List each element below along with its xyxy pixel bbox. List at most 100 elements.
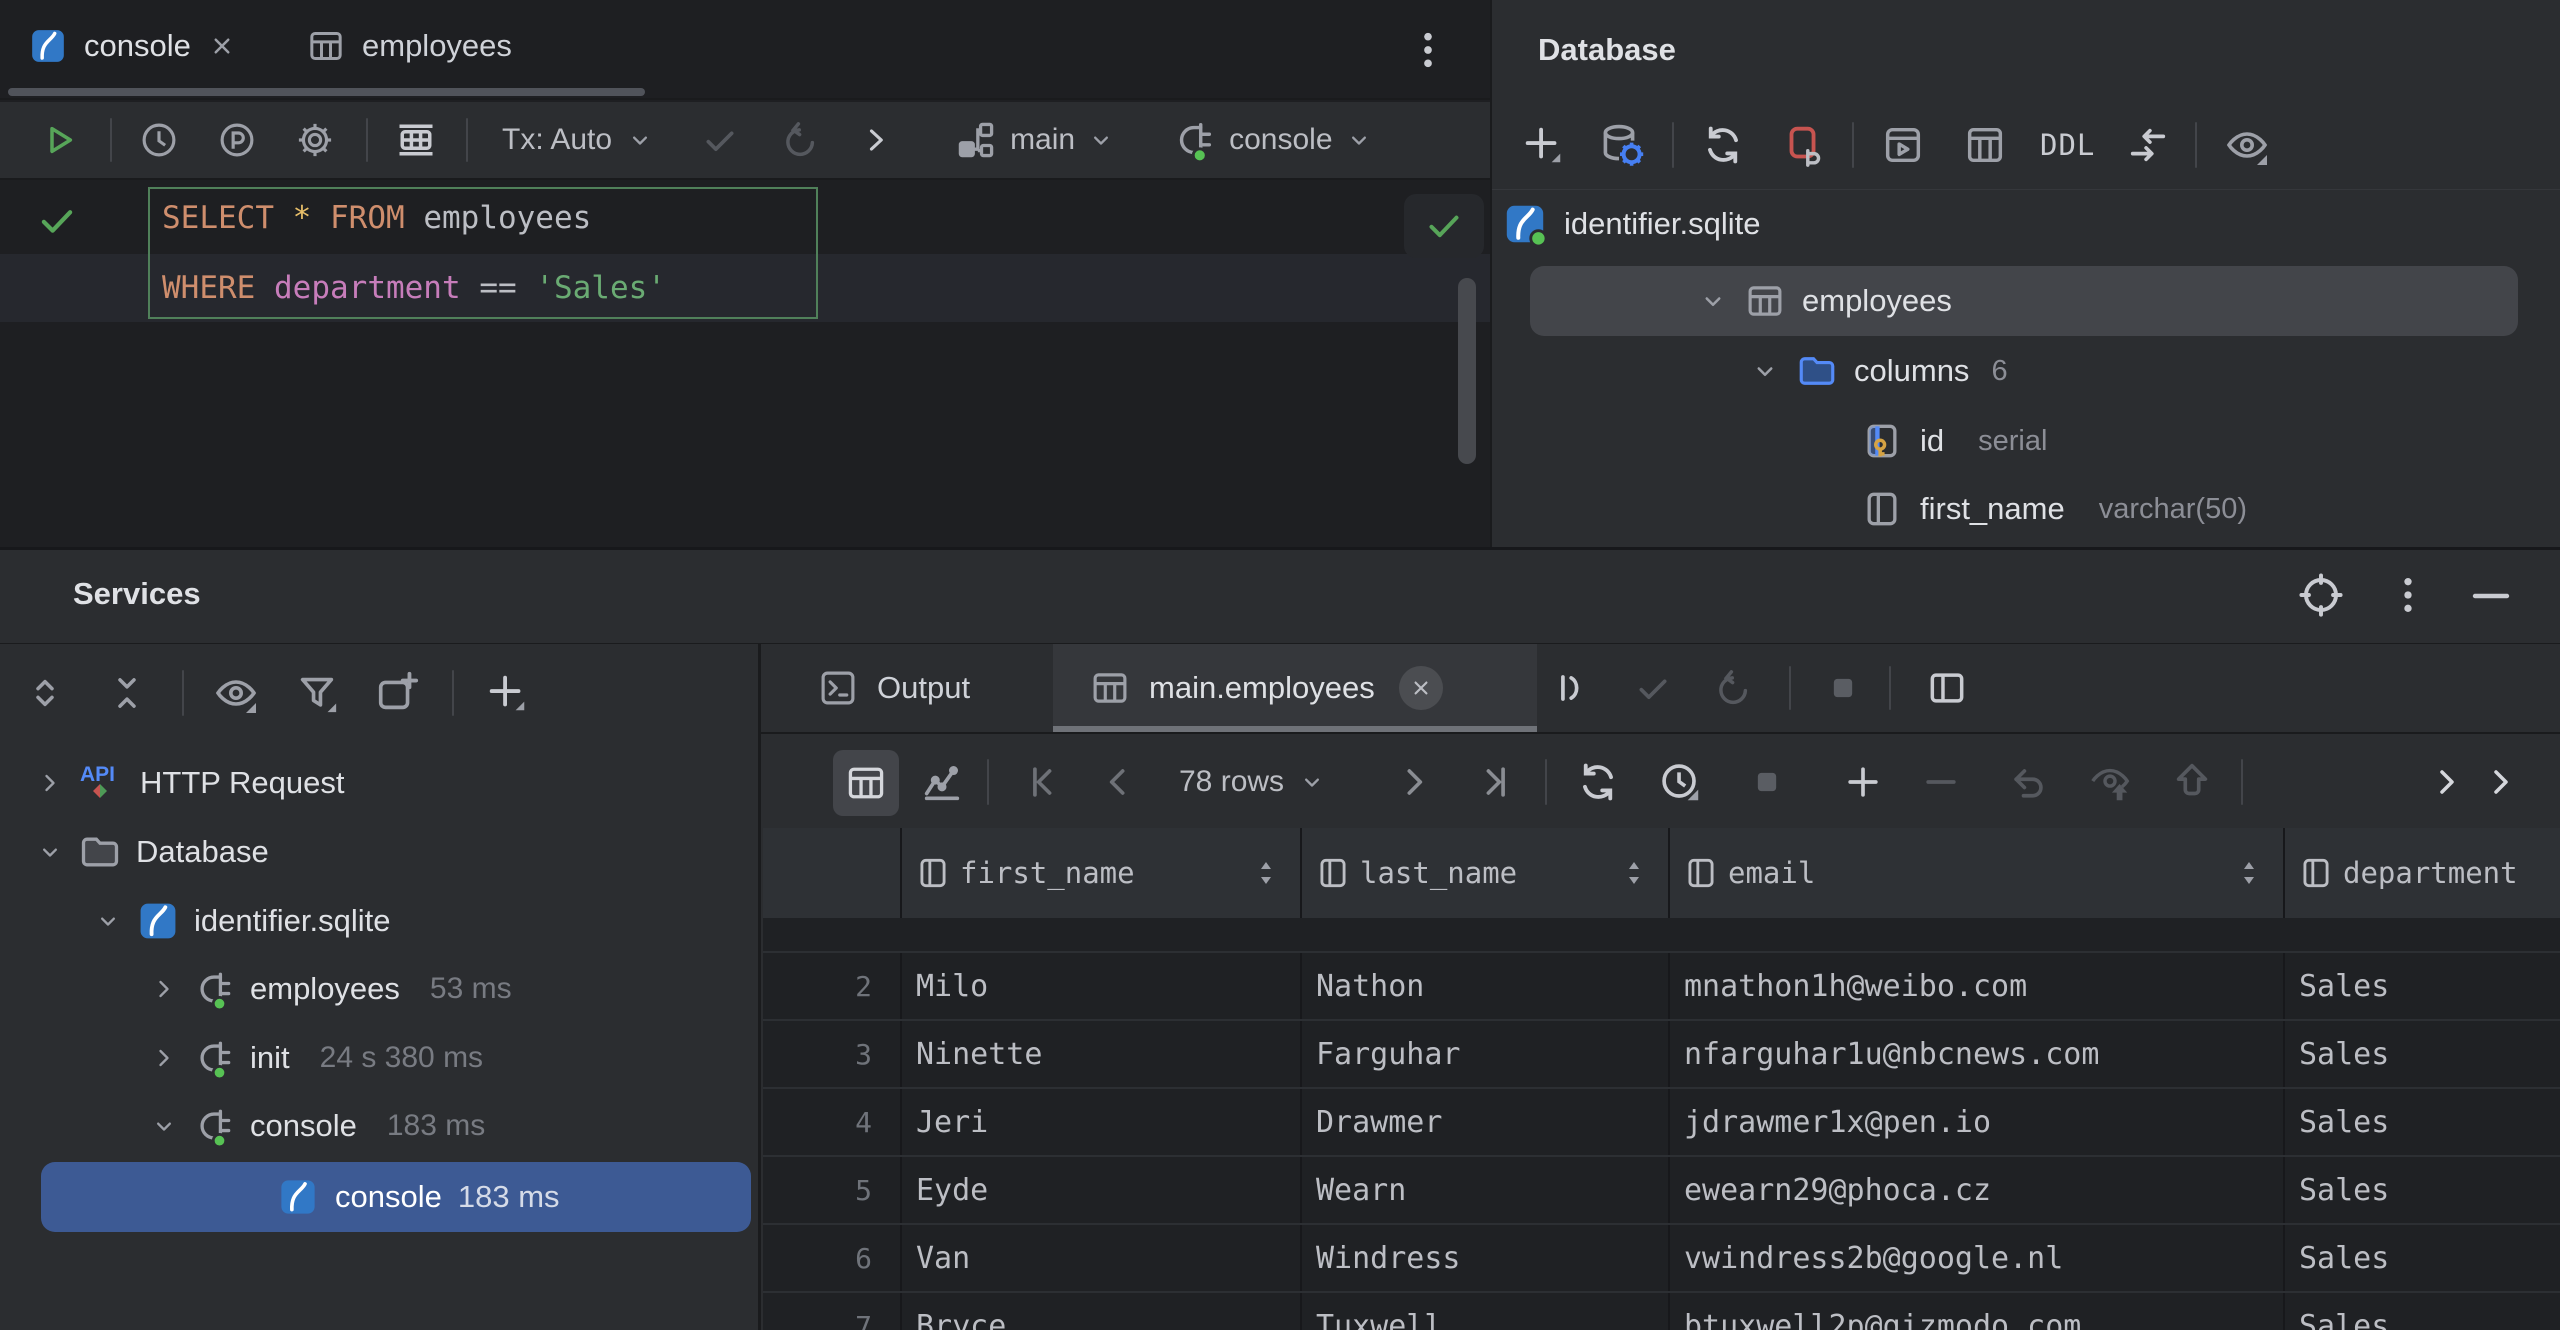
table-row[interactable]: 5 Eyde Wearn ewearn29@phoca.cz Sales xyxy=(763,1155,2560,1223)
prev-page-icon[interactable] xyxy=(1097,760,1141,804)
commit-check-icon[interactable] xyxy=(1633,668,1673,708)
cell-department[interactable]: Sales xyxy=(2283,1157,2560,1223)
preview-changes-icon[interactable] xyxy=(2087,760,2133,806)
services-tree-http-request[interactable]: API HTTP Request xyxy=(36,749,344,817)
column-header-department[interactable]: department xyxy=(2283,828,2560,918)
services-tree-session-console[interactable]: console 183 ms xyxy=(150,1092,485,1160)
tx-mode-dropdown[interactable]: Tx: Auto xyxy=(502,123,654,157)
cell-first-name[interactable]: Eyde xyxy=(900,1157,1300,1223)
table-row[interactable]: 6 Van Windress vwindress2b@google.nl Sal… xyxy=(763,1223,2560,1291)
tab-console[interactable]: console xyxy=(18,0,247,92)
submit-icon[interactable] xyxy=(2169,759,2215,805)
query-history-icon[interactable] xyxy=(1657,759,1703,805)
compare-swap-icon[interactable] xyxy=(2125,122,2171,168)
collapse-all-icon[interactable] xyxy=(106,672,148,714)
partial-row[interactable] xyxy=(763,918,2560,951)
reload-data-icon[interactable] xyxy=(1575,759,1621,805)
table-view-icon[interactable] xyxy=(1962,122,2008,168)
target-icon[interactable] xyxy=(2296,570,2346,620)
commit-check-icon[interactable] xyxy=(700,120,740,160)
cell-email[interactable]: btuxwell2p@gizmodo.com xyxy=(1668,1293,2283,1330)
services-tree-selected-row[interactable]: console 183 ms xyxy=(41,1162,751,1232)
cell-email[interactable]: mnathon1h@weibo.com xyxy=(1668,953,2283,1019)
last-page-icon[interactable] xyxy=(1471,760,1515,804)
cell-last-name[interactable]: Tuxwell xyxy=(1300,1293,1668,1330)
sort-arrows-icon[interactable] xyxy=(1622,856,1646,890)
disconnect-icon[interactable] xyxy=(1780,122,1826,168)
row-number[interactable]: 4 xyxy=(763,1089,900,1155)
cell-first-name[interactable]: Milo xyxy=(900,953,1300,1019)
cell-first-name[interactable]: Jeri xyxy=(900,1089,1300,1155)
cell-email[interactable]: vwindress2b@google.nl xyxy=(1668,1225,2283,1291)
chevron-right-icon[interactable] xyxy=(2481,762,2521,802)
chart-view-button[interactable] xyxy=(919,760,965,806)
settings-gear-icon[interactable] xyxy=(294,119,336,161)
column-header-email[interactable]: email xyxy=(1668,828,2283,918)
services-tree-database-folder[interactable]: Database xyxy=(36,818,269,886)
row-number-header[interactable] xyxy=(763,828,900,918)
cell-department[interactable]: Sales xyxy=(2283,953,2560,1019)
rollback-icon[interactable] xyxy=(1713,667,1755,709)
filter-icon[interactable] xyxy=(294,670,340,716)
cell-last-name[interactable]: Wearn xyxy=(1300,1157,1668,1223)
db-tree-columns-folder[interactable]: columns 6 xyxy=(1750,337,2008,405)
services-tree-session-init[interactable]: init 24 s 380 ms xyxy=(150,1024,483,1092)
next-page-icon[interactable] xyxy=(1391,760,1435,804)
refresh-icon[interactable] xyxy=(1700,122,1746,168)
delete-row-icon[interactable] xyxy=(1919,760,1963,804)
new-datasource-button[interactable] xyxy=(1520,122,1566,168)
services-tree-session-employees[interactable]: employees 53 ms xyxy=(150,955,512,1023)
editor-code-area[interactable]: SELECT * FROM employees WHERE department… xyxy=(0,182,1490,545)
expand-all-icon[interactable] xyxy=(24,672,66,714)
jump-to-console-icon[interactable] xyxy=(858,122,894,158)
row-number[interactable]: 5 xyxy=(763,1157,900,1223)
db-tree-selected-row[interactable]: employees xyxy=(1530,266,2518,336)
row-number[interactable]: 7 xyxy=(763,1293,900,1330)
split-layout-icon[interactable] xyxy=(1925,666,1969,710)
table-row[interactable]: 3 Ninette Farguhar nfarguhar1u@nbcnews.c… xyxy=(763,1019,2560,1087)
cell-email[interactable]: ewearn29@phoca.cz xyxy=(1668,1157,2283,1223)
cell-last-name[interactable]: Farguhar xyxy=(1300,1021,1668,1087)
tab-strip-scrollbar[interactable] xyxy=(8,88,645,96)
row-number[interactable]: 3 xyxy=(763,1021,900,1087)
table-row[interactable]: 7 Bryce Tuxwell btuxwell2p@gizmodo.com S… xyxy=(763,1291,2560,1330)
cell-first-name[interactable]: Bryce xyxy=(900,1293,1300,1330)
stop-icon[interactable] xyxy=(1745,760,1789,804)
editor-scrollbar[interactable] xyxy=(1458,278,1476,464)
hide-panel-icon[interactable] xyxy=(2466,574,2516,618)
close-icon[interactable] xyxy=(1399,666,1443,710)
session-dropdown[interactable]: console xyxy=(1171,117,1372,163)
editor-menu-kebab-icon[interactable] xyxy=(1408,28,1448,72)
execution-history-icon[interactable] xyxy=(138,119,180,161)
tab-output[interactable]: Output xyxy=(817,644,970,732)
cell-first-name[interactable]: Van xyxy=(900,1225,1300,1291)
column-header-last-name[interactable]: last_name xyxy=(1300,828,1668,918)
datasource-properties-icon[interactable] xyxy=(1598,121,1646,169)
cell-department[interactable]: Sales xyxy=(2283,1089,2560,1155)
sort-arrows-icon[interactable] xyxy=(2237,856,2261,890)
db-tree-column-id[interactable]: id serial xyxy=(1860,407,2047,475)
add-console-icon[interactable] xyxy=(374,670,420,716)
sort-arrows-icon[interactable] xyxy=(1254,856,1278,890)
cell-first-name[interactable]: Ninette xyxy=(900,1021,1300,1087)
query-console-icon[interactable] xyxy=(1880,122,1926,168)
cell-email[interactable]: jdrawmer1x@pen.io xyxy=(1668,1089,2283,1155)
in-editor-results-icon[interactable] xyxy=(1551,666,1595,710)
services-tree-datasource[interactable]: identifier.sqlite xyxy=(94,887,390,955)
revert-changes-icon[interactable] xyxy=(2007,760,2051,804)
rollback-icon[interactable] xyxy=(780,119,822,161)
grid-view-button-selected[interactable] xyxy=(833,750,899,816)
cell-last-name[interactable]: Drawmer xyxy=(1300,1089,1668,1155)
cell-email[interactable]: nfarguhar1u@nbcnews.com xyxy=(1668,1021,2283,1087)
cell-last-name[interactable]: Nathon xyxy=(1300,953,1668,1019)
tab-employees[interactable]: employees xyxy=(296,0,522,92)
stop-icon[interactable] xyxy=(1821,666,1865,710)
view-options-eye-icon[interactable] xyxy=(212,669,260,717)
column-header-first-name[interactable]: first_name xyxy=(900,828,1300,918)
add-service-button[interactable] xyxy=(484,670,530,716)
tab-main-employees[interactable]: main.employees xyxy=(1053,644,1537,732)
row-number[interactable]: 6 xyxy=(763,1225,900,1291)
gutter-success-check-icon[interactable] xyxy=(36,200,78,242)
first-page-icon[interactable] xyxy=(1023,760,1067,804)
table-row[interactable]: 2 Milo Nathon mnathon1h@weibo.com Sales xyxy=(763,951,2560,1019)
